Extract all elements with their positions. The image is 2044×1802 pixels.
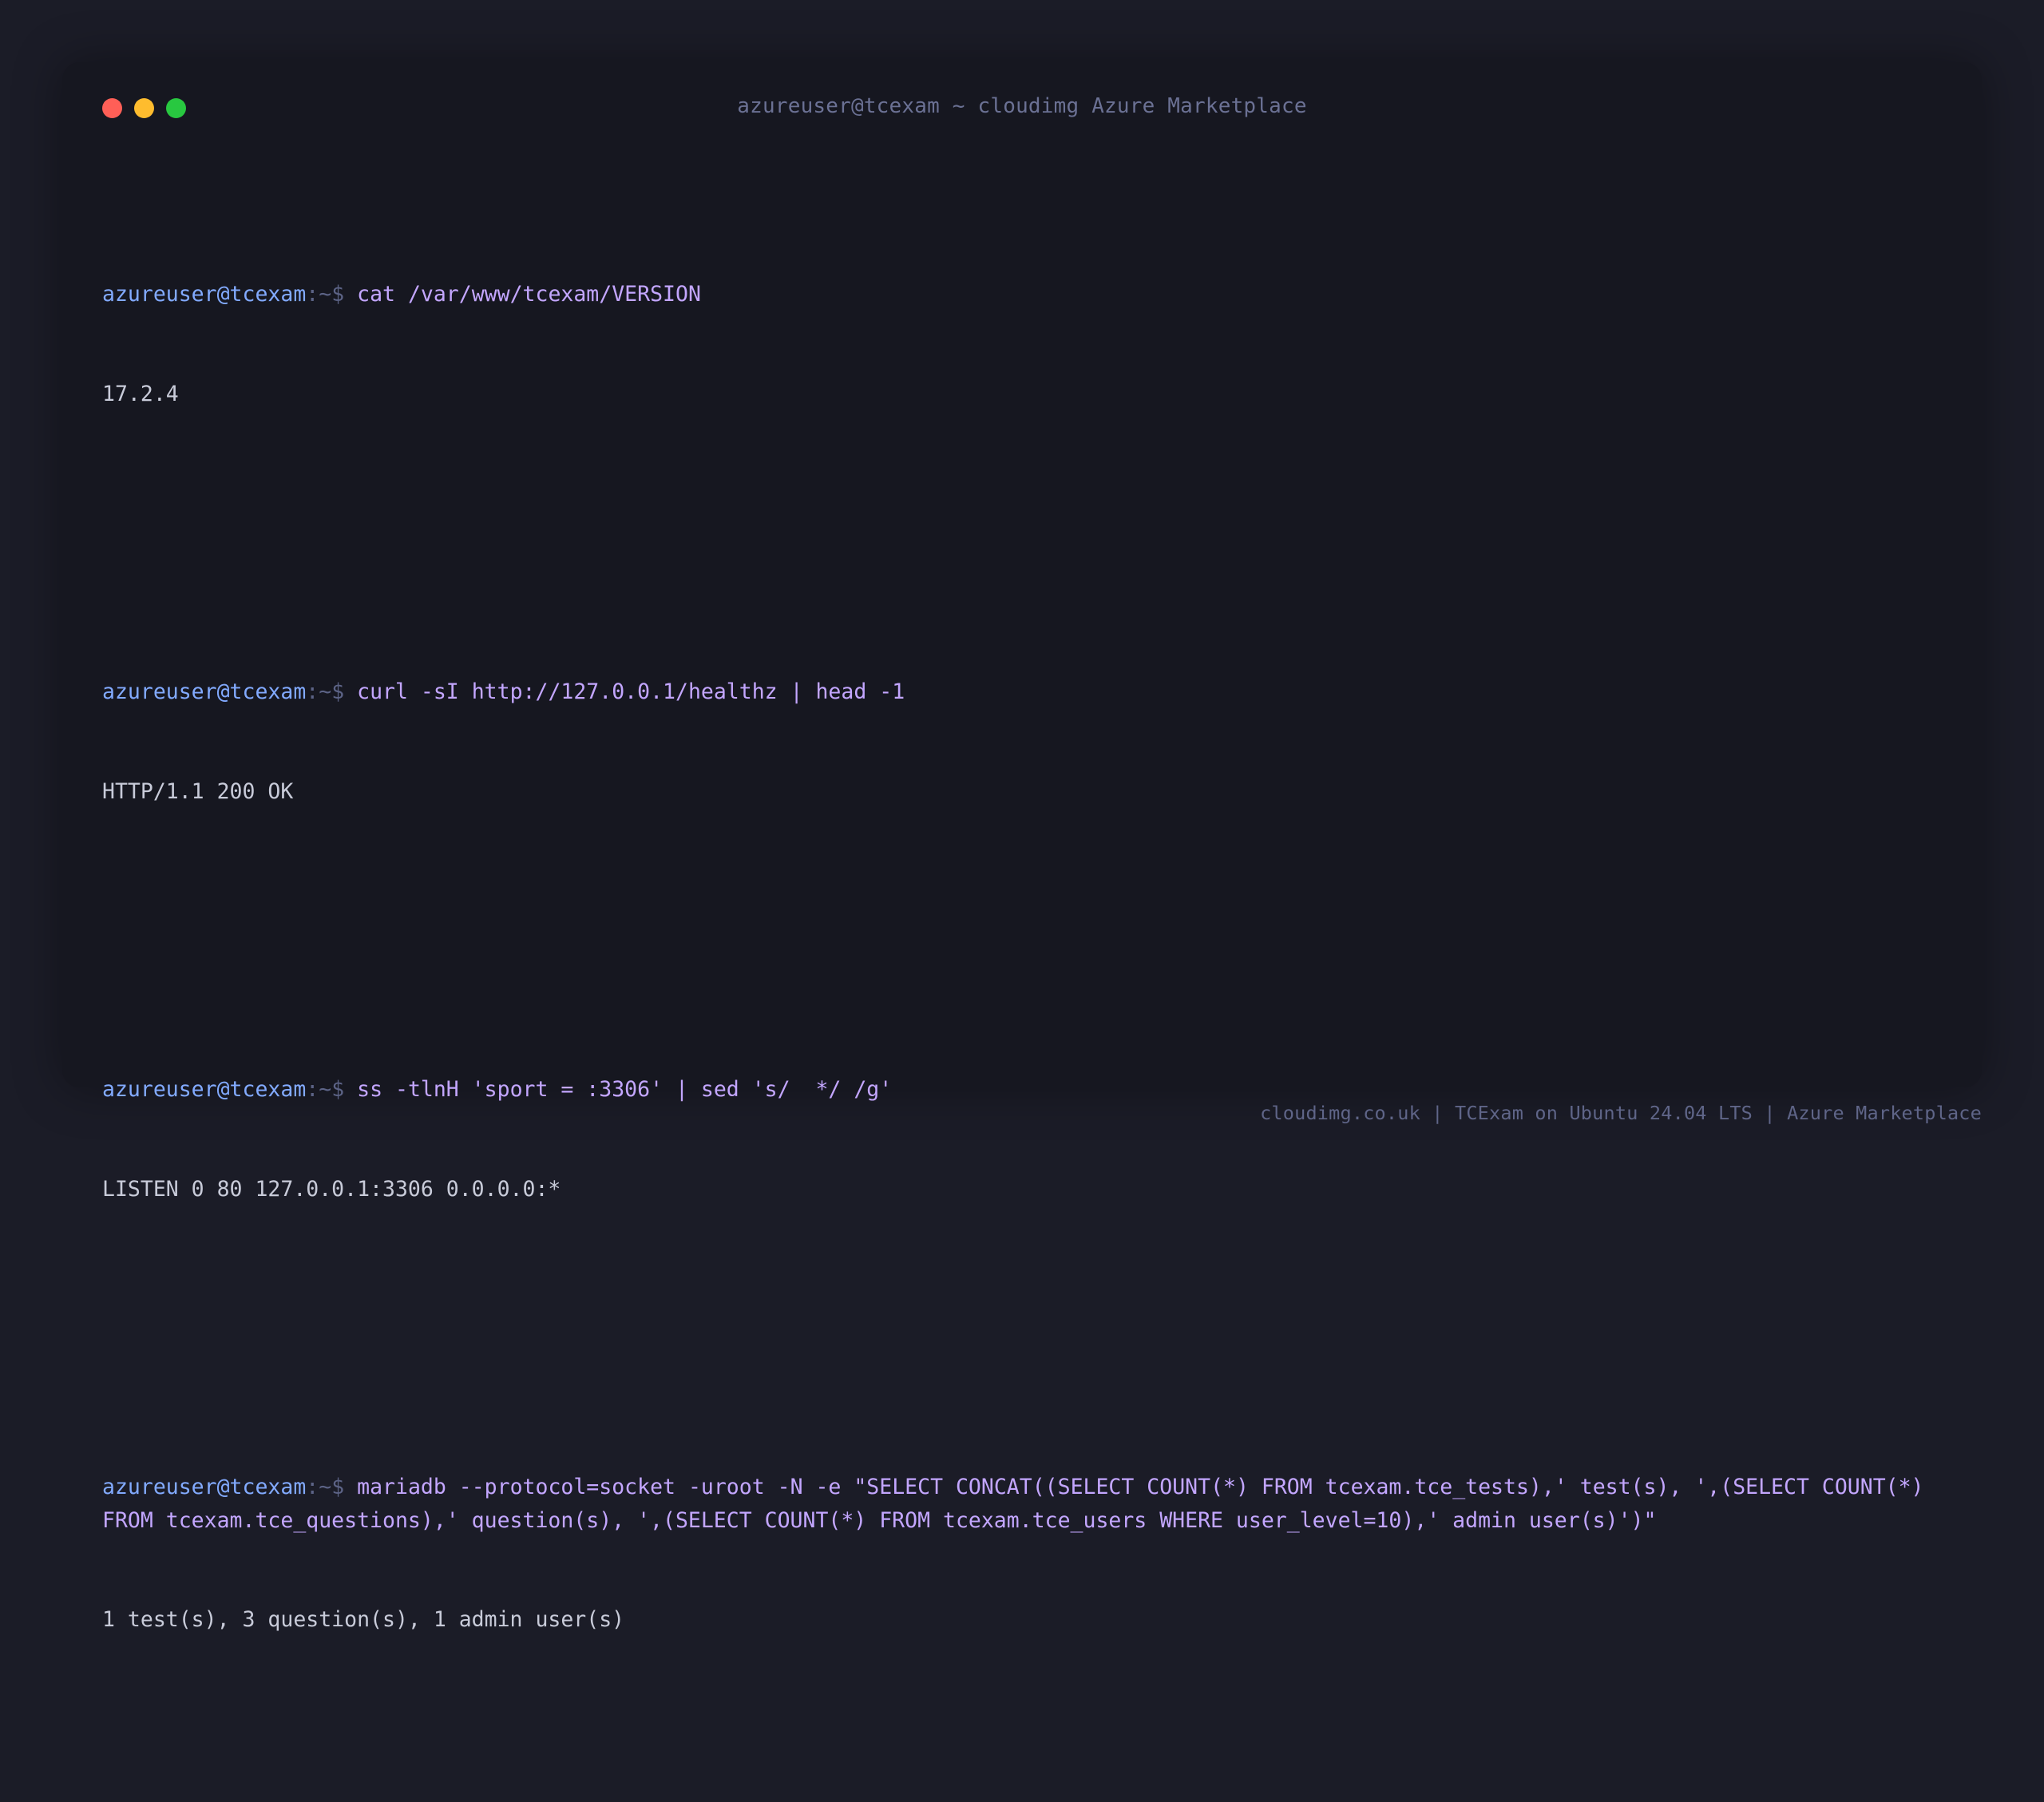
command-output: LISTEN 0 80 127.0.0.1:3306 0.0.0.0:* xyxy=(102,1176,561,1202)
command-block: azureuser@tcexam:~$ mariadb --protocol=s… xyxy=(102,1404,1942,1703)
command-block: azureuser@tcexam:~$ ss -tlnH 'sport = :3… xyxy=(102,1007,1942,1272)
prompt-user-host: azureuser@tcexam xyxy=(102,1475,307,1499)
prompt-user-host: azureuser@tcexam xyxy=(102,1077,307,1102)
prompt-path: :~$ xyxy=(306,1077,345,1102)
window-title: azureuser@tcexam ~ cloudimg Azure Market… xyxy=(737,94,1307,118)
command-text: mariadb --protocol=socket -uroot -N -e "… xyxy=(102,1475,1937,1533)
prompt-path: :~$ xyxy=(306,1475,345,1499)
command-output: HTTP/1.1 200 OK xyxy=(102,778,294,804)
command-text: cat /var/www/tcexam/VERSION xyxy=(357,282,701,307)
command-block: azureuser@tcexam:~$ cat /var/www/tcexam/… xyxy=(102,212,1942,477)
command-block: azureuser@tcexam:~$ curl -sI http://127.… xyxy=(102,609,1942,874)
title-bar: azureuser@tcexam ~ cloudimg Azure Market… xyxy=(62,62,1982,158)
command-line: azureuser@tcexam:~$ mariadb --protocol=s… xyxy=(102,1471,1942,1537)
prompt-user-host: azureuser@tcexam xyxy=(102,679,307,704)
prompt-path: :~$ xyxy=(306,282,345,307)
command-text: ss -tlnH 'sport = :3306' | sed 's/ */ /g… xyxy=(357,1077,893,1102)
terminal-output[interactable]: azureuser@tcexam:~$ cat /var/www/tcexam/… xyxy=(102,145,1942,1802)
command-output: 17.2.4 xyxy=(102,381,179,406)
prompt-path: :~$ xyxy=(306,679,345,704)
command-output: 1 test(s), 3 question(s), 1 admin user(s… xyxy=(102,1607,625,1632)
command-line: azureuser@tcexam:~$ curl -sI http://127.… xyxy=(102,675,1942,709)
prompt-user-host: azureuser@tcexam xyxy=(102,282,307,307)
terminal-window: azureuser@tcexam ~ cloudimg Azure Market… xyxy=(62,62,1982,1632)
command-line: azureuser@tcexam:~$ cat /var/www/tcexam/… xyxy=(102,278,1942,311)
footer-text: cloudimg.co.uk | TCExam on Ubuntu 24.04 … xyxy=(1260,1102,1982,1124)
command-text: curl -sI http://127.0.0.1/healthz | head… xyxy=(357,679,905,704)
